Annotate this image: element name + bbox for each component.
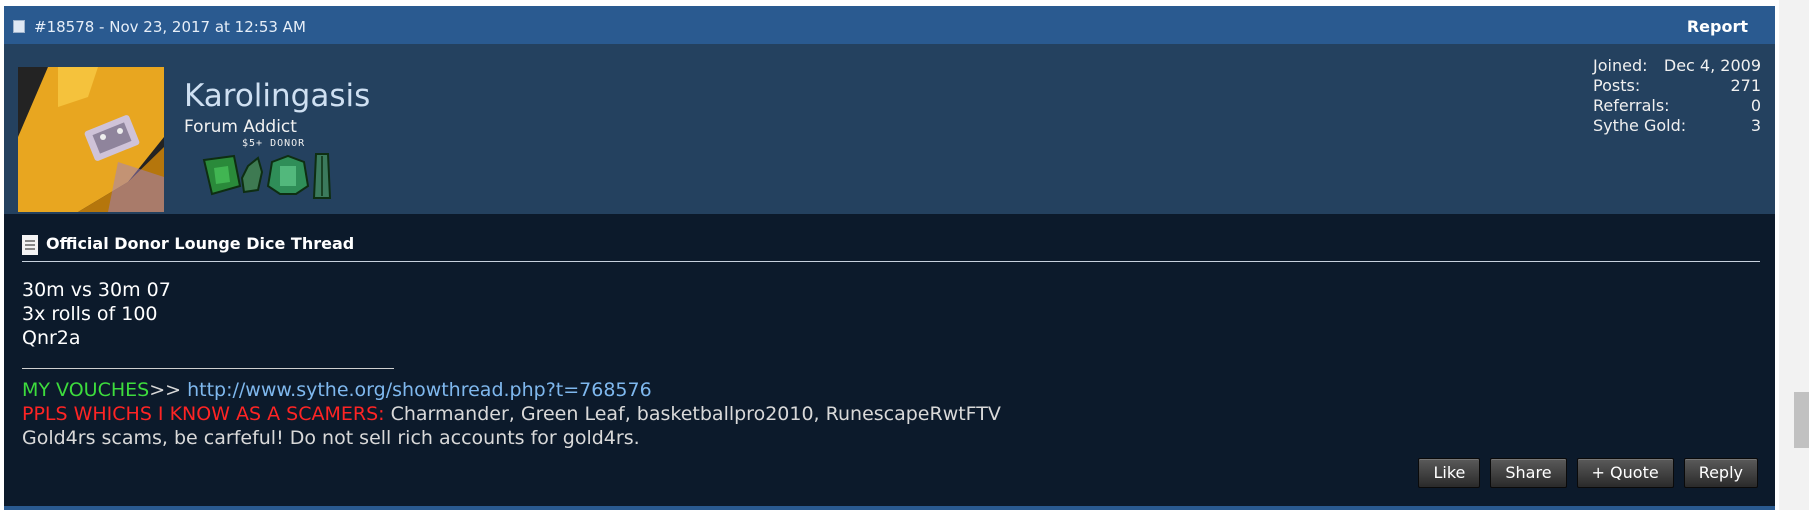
green-shield-badge-icon [202, 154, 242, 196]
vouches-link[interactable]: http://www.sythe.org/showthread.php?t=76… [187, 379, 652, 401]
username[interactable]: Karolingasis [184, 78, 370, 114]
scammers-line: PPLS WHICHS I KNOW AS A SCAMERS: Charman… [22, 402, 1001, 426]
thread-title-text: Official Donor Lounge Dice Thread [46, 234, 355, 253]
warning-line: Gold4rs scams, be carfeful! Do not sell … [22, 427, 640, 449]
next-post-bar [4, 506, 1775, 510]
stat-value: 0 [1750, 96, 1761, 115]
scammers-list: Charmander, Green Leaf, basketballpro201… [384, 403, 1001, 425]
green-gauntlet-badge-icon [240, 156, 264, 194]
donor-badges: $5+ DONOR [200, 138, 375, 204]
document-icon [13, 20, 25, 33]
share-button[interactable]: Share [1490, 458, 1567, 488]
user-stats: Joined: Dec 4, 2009 Posts: 271 Referrals… [1593, 56, 1761, 136]
post-body: 30m vs 30m 07 3x rolls of 100 Qnr2a [22, 278, 171, 350]
post-line: 30m vs 30m 07 [22, 279, 171, 301]
stat-value: 3 [1750, 116, 1761, 135]
green-platebody-badge-icon [266, 154, 310, 195]
stat-label: Posts: [1593, 76, 1641, 95]
reply-button[interactable]: Reply [1683, 458, 1758, 488]
stat-label: Sythe Gold: [1593, 116, 1687, 135]
post-meta[interactable]: #18578 - Nov 23, 2017 at 12:53 AM [34, 18, 306, 36]
report-link[interactable]: Report [1687, 17, 1748, 36]
stat-value: Dec 4, 2009 [1663, 56, 1761, 75]
stat-label: Referrals: [1593, 96, 1670, 115]
stat-label: Joined: [1593, 56, 1648, 75]
thread-title: Official Donor Lounge Dice Thread [22, 234, 354, 255]
user-title: Forum Addict [184, 117, 297, 137]
stat-posts: Posts: 271 [1593, 76, 1761, 96]
scrollbar-thumb[interactable] [1794, 392, 1809, 448]
user-info-bar: Karolingasis Forum Addict $5+ DONOR Join… [4, 44, 1775, 214]
post-container: #18578 - Nov 23, 2017 at 12:53 AM Report… [4, 6, 1775, 510]
avatar[interactable] [18, 67, 164, 212]
post-header: #18578 - Nov 23, 2017 at 12:53 AM Report [4, 6, 1775, 44]
quote-button[interactable]: + Quote [1576, 458, 1674, 488]
vouches-arrow: >> [149, 379, 188, 401]
title-divider [22, 261, 1760, 262]
post-actions: Like Share + Quote Reply [1418, 458, 1758, 488]
signature: MY VOUCHES>> http://www.sythe.org/showth… [22, 368, 1001, 450]
stat-sythe-gold: Sythe Gold: 3 [1593, 116, 1761, 136]
vouches-line: MY VOUCHES>> http://www.sythe.org/showth… [22, 378, 1001, 402]
green-legs-badge-icon [312, 153, 332, 199]
signature-separator [22, 368, 394, 369]
vouches-label: MY VOUCHES [22, 379, 150, 401]
thread-document-icon [22, 234, 38, 255]
scammers-label: PPLS WHICHS I KNOW AS A SCAMERS: [22, 403, 385, 425]
stat-referrals: Referrals: 0 [1593, 96, 1761, 116]
stat-value: 271 [1730, 76, 1761, 95]
post-line: Qnr2a [22, 327, 81, 349]
post-line: 3x rolls of 100 [22, 303, 158, 325]
like-button[interactable]: Like [1418, 458, 1481, 488]
stat-joined: Joined: Dec 4, 2009 [1593, 56, 1761, 76]
